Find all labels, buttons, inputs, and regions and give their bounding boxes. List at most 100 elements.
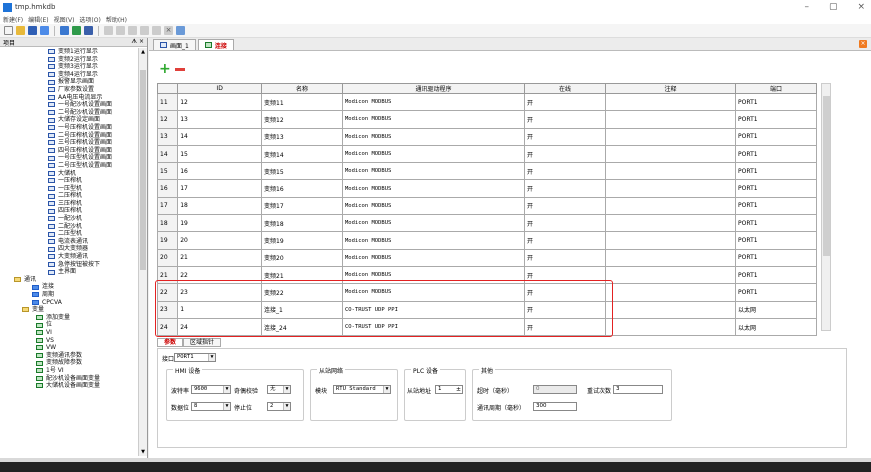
cell-driver[interactable]: Modicon MODBUS — [341, 231, 526, 250]
tree-item[interactable]: 主界面 — [0, 268, 138, 276]
col-header-name[interactable]: 名称 — [261, 83, 343, 94]
stepper-icon[interactable]: ± — [456, 386, 461, 393]
cell-port[interactable]: PORT1 — [735, 110, 817, 129]
tree-item[interactable]: 四压榨机 — [0, 207, 138, 215]
tree-item[interactable]: 一号压型机设置画面 — [0, 154, 138, 162]
cell-id[interactable]: 12 — [177, 92, 263, 112]
tree-item[interactable]: 一压榨机 — [0, 177, 138, 185]
cell-port[interactable]: PORT1 — [735, 144, 817, 164]
slave-address-stepper[interactable]: 1 ± — [435, 385, 463, 394]
undo-icon[interactable] — [104, 26, 113, 35]
cell-port[interactable]: 以太网 — [735, 300, 817, 319]
remove-row-icon[interactable] — [174, 67, 185, 71]
table-scrollbar[interactable] — [821, 83, 831, 331]
table-row[interactable]: 14 15 变频14 Modicon MODBUS 开 PORT1 — [156, 144, 817, 164]
save-icon[interactable] — [28, 26, 37, 35]
open-folder-icon[interactable] — [16, 26, 25, 35]
table-row[interactable]: 23 1 连接_1 CO-TRUST UDP PPI 开 以太网 — [156, 300, 817, 319]
tree-item[interactable]: 连接 — [0, 283, 138, 291]
simulate-icon[interactable] — [84, 26, 93, 35]
tree-item[interactable]: CPCVA — [0, 299, 138, 307]
cell-port[interactable]: PORT1 — [735, 265, 817, 285]
cell-name[interactable]: 变频18 — [261, 214, 343, 233]
find-icon[interactable] — [176, 26, 185, 35]
tree-item[interactable]: 二号压型机设置画面 — [0, 162, 138, 170]
cell-note[interactable] — [604, 231, 737, 250]
cell-online[interactable]: 开 — [524, 265, 606, 285]
baud-select[interactable]: 9600 ▼ — [191, 385, 231, 394]
cell-online[interactable]: 开 — [524, 92, 606, 112]
table-row[interactable]: 17 18 变频17 Modicon MODBUS 开 PORT1 — [156, 196, 817, 216]
cell-port[interactable]: PORT1 — [735, 127, 817, 146]
cell-driver[interactable]: Modicon MODBUS — [341, 214, 526, 233]
table-row[interactable]: 11 12 变频11 Modicon MODBUS 开 PORT1 — [156, 92, 817, 112]
redo-icon[interactable] — [116, 26, 125, 35]
add-row-icon[interactable]: + — [159, 62, 171, 76]
compile-icon[interactable] — [60, 26, 69, 35]
cut-icon[interactable] — [128, 26, 137, 35]
close-editor-icon[interactable]: × — [859, 40, 867, 48]
tree-item[interactable]: 大变频通讯 — [0, 253, 138, 261]
minimize-button[interactable]: – — [804, 0, 809, 14]
tab-connection[interactable]: 连接 — [197, 39, 234, 50]
retry-field[interactable]: 3 — [613, 385, 663, 394]
cell-driver[interactable]: Modicon MODBUS — [341, 127, 526, 146]
table-row[interactable]: 12 13 变频12 Modicon MODBUS 开 PORT1 — [156, 110, 817, 129]
model-select[interactable]: RTU Standard ▼ — [333, 385, 391, 394]
col-header-id[interactable]: ID — [177, 83, 263, 94]
table-row[interactable]: 22 23 变频22 Modicon MODBUS 开 PORT1 — [156, 283, 817, 302]
cell-note[interactable] — [604, 144, 737, 164]
cell-note[interactable] — [604, 317, 737, 337]
menu-view[interactable]: 视图(V) — [54, 15, 75, 24]
new-file-icon[interactable] — [4, 26, 13, 35]
cell-name[interactable]: 连接_1 — [261, 300, 343, 319]
cell-note[interactable] — [604, 179, 737, 198]
tree-item[interactable]: 通讯 — [0, 276, 138, 284]
tree-item[interactable]: 一号配沙机设置画面 — [0, 101, 138, 109]
tree-scroll-thumb[interactable] — [140, 70, 146, 270]
cell-driver[interactable]: Modicon MODBUS — [341, 283, 526, 302]
tab-area-pointer[interactable]: 区域指针 — [183, 338, 222, 347]
tree-item[interactable]: VS — [0, 337, 138, 345]
cell-port[interactable]: PORT1 — [735, 92, 817, 112]
cell-note[interactable] — [604, 300, 737, 319]
tree-item[interactable]: 四大变频器 — [0, 245, 138, 253]
cell-id[interactable]: 17 — [177, 179, 263, 198]
cell-name[interactable]: 变频22 — [261, 283, 343, 302]
cell-note[interactable] — [604, 127, 737, 146]
cell-name[interactable]: 变频19 — [261, 231, 343, 250]
cell-online[interactable]: 开 — [524, 179, 606, 198]
tree-item[interactable]: 周期 — [0, 291, 138, 299]
parity-select[interactable]: 无 ▼ — [267, 385, 291, 394]
tree-item[interactable]: 一号压榨机设置画面 — [0, 124, 138, 132]
cell-note[interactable] — [604, 265, 737, 285]
copy-icon[interactable] — [140, 26, 149, 35]
table-row[interactable]: 13 14 变频13 Modicon MODBUS 开 PORT1 — [156, 127, 817, 146]
col-header-driver[interactable]: 通讯驱动程序 — [341, 83, 526, 94]
cell-online[interactable]: 开 — [524, 127, 606, 146]
cell-online[interactable]: 开 — [524, 317, 606, 337]
tab-screen-1[interactable]: 画面_1 — [153, 39, 196, 50]
tab-parameters[interactable]: 参数 — [157, 338, 184, 347]
tree-item[interactable]: VI — [0, 329, 138, 337]
tree-item[interactable]: 厂家参数设置 — [0, 86, 138, 94]
cell-online[interactable]: 开 — [524, 196, 606, 216]
cell-driver[interactable]: Modicon MODBUS — [341, 196, 526, 216]
cell-id[interactable]: 14 — [177, 127, 263, 146]
cell-port[interactable]: PORT1 — [735, 196, 817, 216]
timeout-field[interactable]: 0 — [533, 385, 577, 394]
tree-item[interactable]: 添加变量 — [0, 314, 138, 322]
stopbits-select[interactable]: 2 ▼ — [267, 402, 291, 411]
cell-id[interactable]: 1 — [177, 300, 263, 319]
maximize-button[interactable]: ▢ — [829, 0, 838, 14]
tree-item[interactable]: 二号压榨机设置画面 — [0, 132, 138, 140]
cell-name[interactable]: 连接_24 — [261, 317, 343, 337]
save-all-icon[interactable] — [40, 26, 49, 35]
paste-icon[interactable] — [152, 26, 161, 35]
cell-port[interactable]: PORT1 — [735, 248, 817, 267]
tree-item[interactable]: 变频1运行显示 — [0, 48, 138, 56]
cell-driver[interactable]: Modicon MODBUS — [341, 92, 526, 112]
cell-name[interactable]: 变频11 — [261, 92, 343, 112]
table-row[interactable]: 18 19 变频18 Modicon MODBUS 开 PORT1 — [156, 214, 817, 233]
tree-item[interactable]: 变量 — [0, 306, 138, 314]
